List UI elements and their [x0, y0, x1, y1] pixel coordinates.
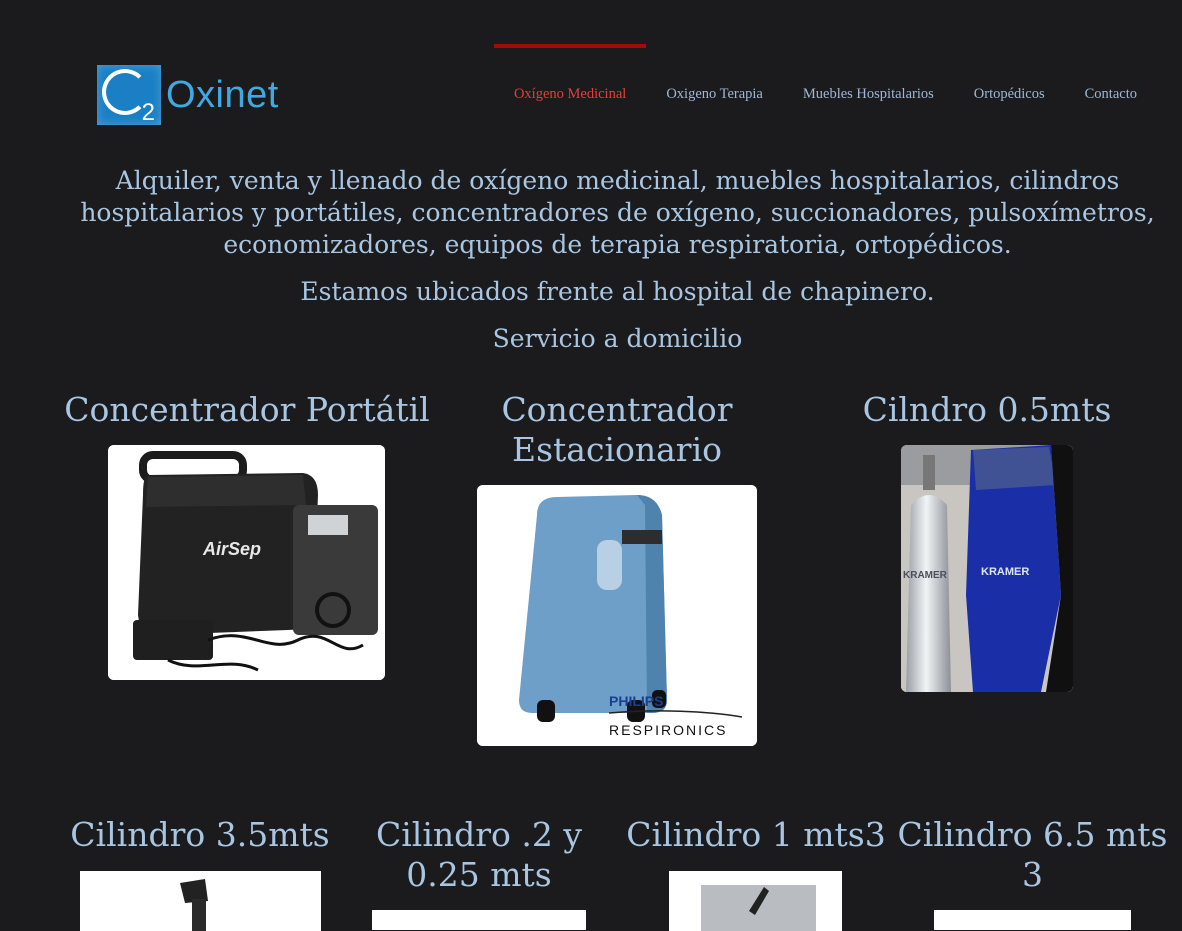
- kramer-cylinder-logo-text: KRAMER: [903, 570, 948, 581]
- product-title-cilindro-02: Cilindro .2 y 0.25 mts: [375, 815, 583, 894]
- nav-oxigeno-medicinal[interactable]: Oxígeno Medicinal: [493, 44, 647, 126]
- o2-logo-icon: 2: [97, 65, 161, 126]
- nav-contacto[interactable]: Contacto: [1065, 44, 1157, 126]
- nav-oxigeno-terapia[interactable]: Oxigeno Terapia: [646, 44, 783, 126]
- product-image-concentrador-estacionario[interactable]: PHILIPS RESPIRONICS: [477, 485, 757, 746]
- main-nav: Oxígeno Medicinal Oxigeno Terapia Mueble…: [493, 44, 1157, 126]
- product-image-concentrador-portatil[interactable]: AirSep: [108, 445, 385, 680]
- brand-name: Oxinet: [166, 73, 279, 116]
- product-image-cilindro-02[interactable]: [372, 910, 586, 930]
- airsep-logo-text: AirSep: [202, 539, 261, 559]
- product-image-cilindro-05[interactable]: KRAMER KRAMER: [901, 445, 1073, 692]
- nav-muebles-hospitalarios[interactable]: Muebles Hospitalarios: [783, 44, 954, 126]
- intro-location: Estamos ubicados frente al hospital de c…: [300, 277, 935, 306]
- logo-subscript: 2: [141, 99, 155, 126]
- logo[interactable]: 2 Oxinet: [97, 65, 279, 126]
- kramer-bag-logo-text: KRAMER: [981, 566, 1029, 578]
- intro-services: Alquiler, venta y llenado de oxígeno med…: [80, 166, 1155, 259]
- intro-delivery: Servicio a domicilio: [492, 324, 743, 353]
- product-title-cilindro-35: Cilindro 3.5mts: [70, 815, 330, 854]
- product-image-cilindro-35[interactable]: [80, 871, 321, 931]
- product-image-cilindro-65[interactable]: [934, 910, 1131, 930]
- product-title-cilindro-05: Cilndro 0.5mts: [862, 390, 1112, 429]
- product-image-cilindro-1[interactable]: [669, 871, 842, 931]
- product-title-cilindro-1: Cilindro 1 mts3: [626, 815, 886, 854]
- philips-logo-text: PHILIPS: [609, 693, 663, 709]
- product-title-cilindro-65: Cilindro 6.5 mts 3: [897, 815, 1168, 894]
- product-title-concentrador-estacionario: Concentrador Estacionario: [501, 390, 733, 469]
- respironics-logo-text: RESPIRONICS: [609, 722, 727, 738]
- product-title-concentrador-portatil: Concentrador Portátil: [64, 390, 430, 429]
- nav-ortopedicos[interactable]: Ortopédicos: [954, 44, 1065, 126]
